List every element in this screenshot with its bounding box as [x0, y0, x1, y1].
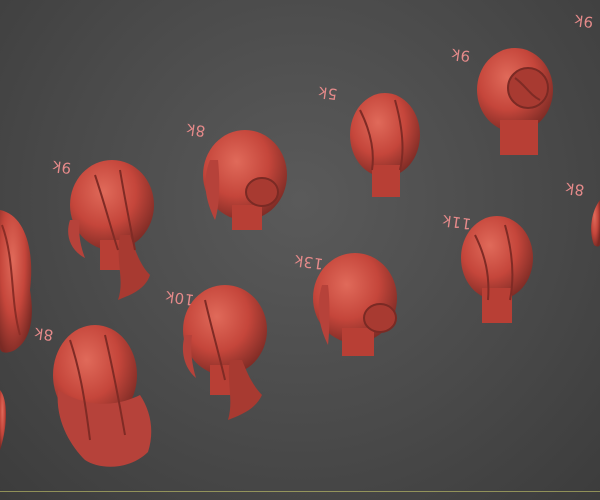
3d-viewport[interactable]: 9k 8k 5k 9k 8k 13k 11k 10k 8k 9k [0, 0, 600, 500]
hair-model-long-curly[interactable] [53, 325, 152, 467]
hair-model-bun-side-1[interactable] [203, 130, 287, 230]
hair-model-bun-top[interactable] [477, 48, 553, 155]
viewport-ground-line [0, 491, 600, 492]
hair-model-right-edge[interactable] [591, 200, 600, 247]
hair-models-canvas [0, 48, 600, 467]
hair-model-short-1[interactable] [350, 93, 420, 197]
hair-model-short-2[interactable] [461, 216, 533, 323]
hair-model-bun-side-2[interactable] [313, 253, 397, 356]
hair-model-braid-2[interactable] [182, 285, 267, 420]
hair-model-left-edge[interactable] [0, 210, 32, 450]
hair-model-braid-1[interactable] [68, 160, 154, 300]
